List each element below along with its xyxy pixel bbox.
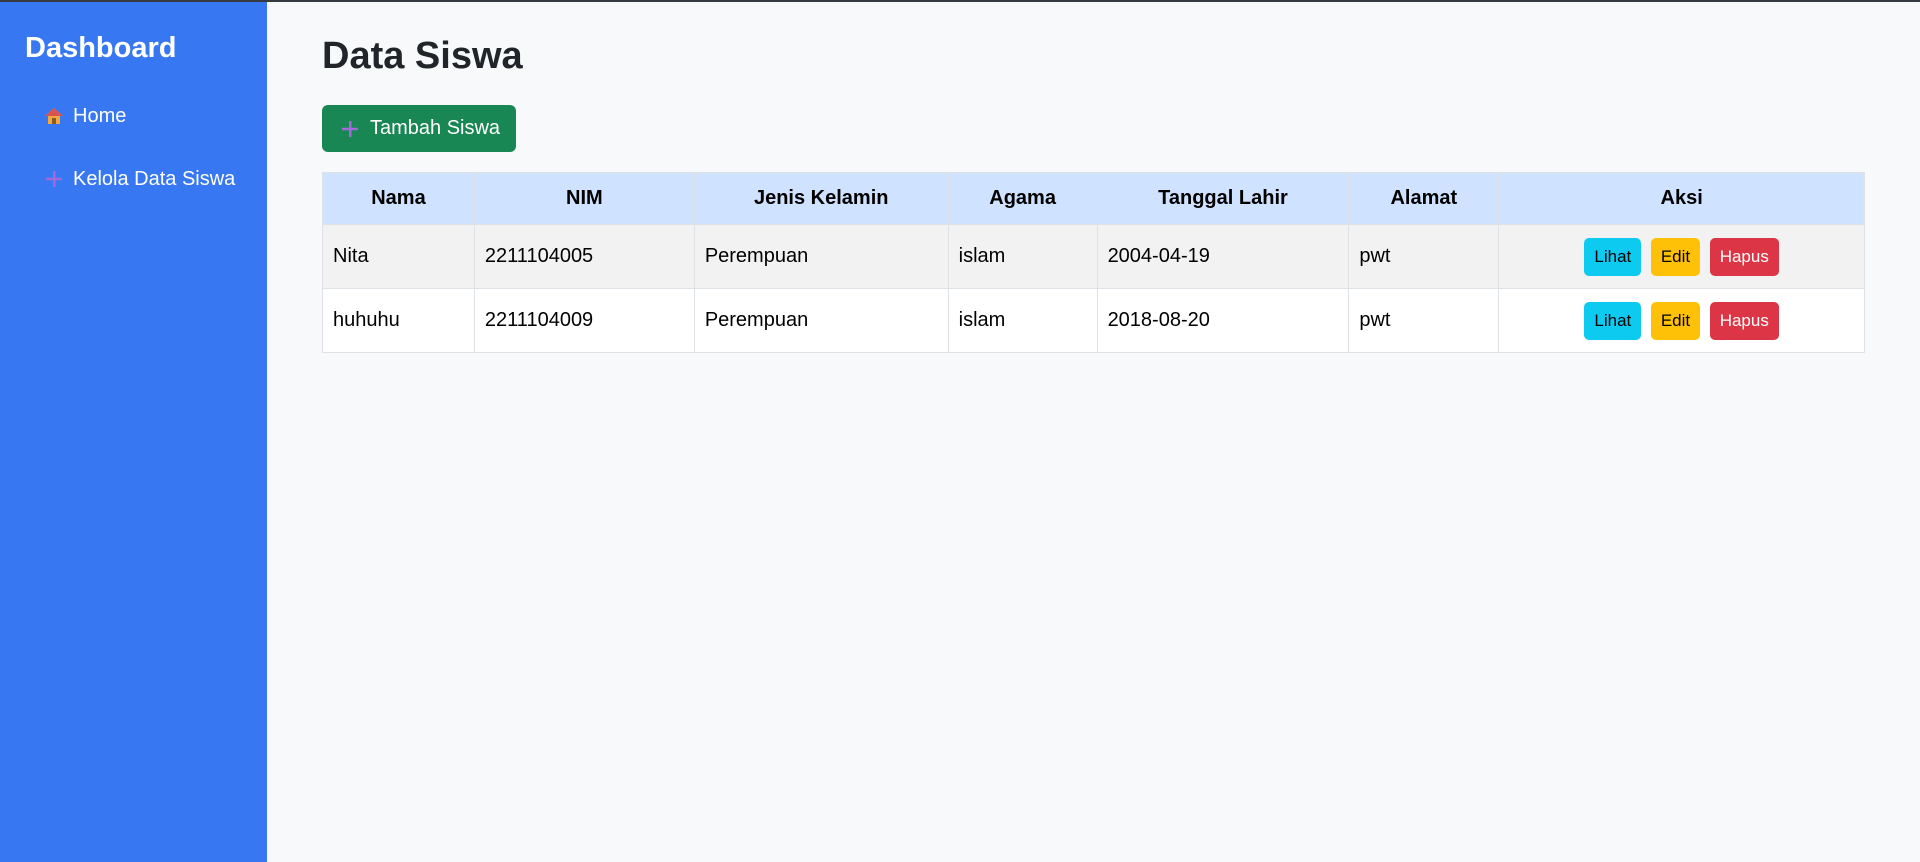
cell-alamat: pwt bbox=[1348, 224, 1500, 289]
cell-alamat: pwt bbox=[1348, 288, 1500, 353]
view-button[interactable]: Lihat bbox=[1584, 301, 1642, 340]
cell-nama: Nita bbox=[322, 224, 475, 289]
sidebar-title: Dashboard bbox=[25, 32, 177, 64]
column-header-agama: Agama bbox=[947, 172, 1098, 225]
cell-tanggal-lahir: 2018-08-20 bbox=[1096, 288, 1350, 353]
column-header-jenis-kelamin: Jenis Kelamin bbox=[693, 172, 949, 225]
house-icon bbox=[43, 105, 65, 127]
column-header-aksi: Aksi bbox=[1498, 172, 1865, 225]
add-student-label: Tambah Siswa bbox=[370, 117, 501, 139]
cell-nim: 2211104005 bbox=[473, 224, 695, 289]
cell-aksi: Lihat Edit Hapus bbox=[1498, 288, 1865, 353]
cell-agama: islam bbox=[947, 224, 1098, 289]
column-header-tanggal-lahir: Tanggal Lahir bbox=[1096, 172, 1350, 225]
column-header-nim: NIM bbox=[473, 172, 695, 225]
table-row: huhuhu 2211104009 Perempuan islam 2018-0… bbox=[322, 288, 1865, 353]
sidebar-item-kelola-data-siswa[interactable]: Kelola Data Siswa bbox=[0, 159, 267, 199]
sidebar-item-label: Kelola Data Siswa bbox=[73, 167, 236, 190]
edit-button[interactable]: Edit bbox=[1650, 301, 1701, 340]
student-table: Nama NIM Jenis Kelamin Agama Tanggal Lah… bbox=[322, 172, 1865, 353]
sidebar: Dashboard Home Kelola Data Siswa bbox=[0, 2, 267, 862]
edit-button[interactable]: Edit bbox=[1650, 237, 1701, 276]
add-student-button[interactable]: Tambah Siswa bbox=[322, 105, 517, 152]
delete-button[interactable]: Hapus bbox=[1709, 237, 1779, 276]
cell-aksi: Lihat Edit Hapus bbox=[1498, 224, 1865, 289]
column-header-nama: Nama bbox=[322, 172, 475, 225]
cell-jenis-kelamin: Perempuan bbox=[693, 288, 949, 353]
cell-tanggal-lahir: 2004-04-19 bbox=[1096, 224, 1350, 289]
cell-nama: huhuhu bbox=[322, 288, 475, 353]
plus-icon bbox=[43, 168, 65, 190]
table-header-row: Nama NIM Jenis Kelamin Agama Tanggal Lah… bbox=[322, 172, 1865, 225]
page-title: Data Siswa bbox=[322, 35, 523, 77]
cell-nim: 2211104009 bbox=[473, 288, 695, 353]
sidebar-item-home[interactable]: Home bbox=[0, 96, 267, 136]
cell-agama: islam bbox=[947, 288, 1098, 353]
cell-jenis-kelamin: Perempuan bbox=[693, 224, 949, 289]
main-content: Data Siswa Tambah Siswa Nama NIM Jenis K… bbox=[267, 2, 1920, 862]
plus-icon bbox=[340, 119, 360, 139]
sidebar-item-label: Home bbox=[73, 104, 127, 127]
column-header-alamat: Alamat bbox=[1348, 172, 1500, 225]
view-button[interactable]: Lihat bbox=[1584, 237, 1642, 276]
delete-button[interactable]: Hapus bbox=[1709, 301, 1779, 340]
table-row: Nita 2211104005 Perempuan islam 2004-04-… bbox=[322, 224, 1865, 289]
